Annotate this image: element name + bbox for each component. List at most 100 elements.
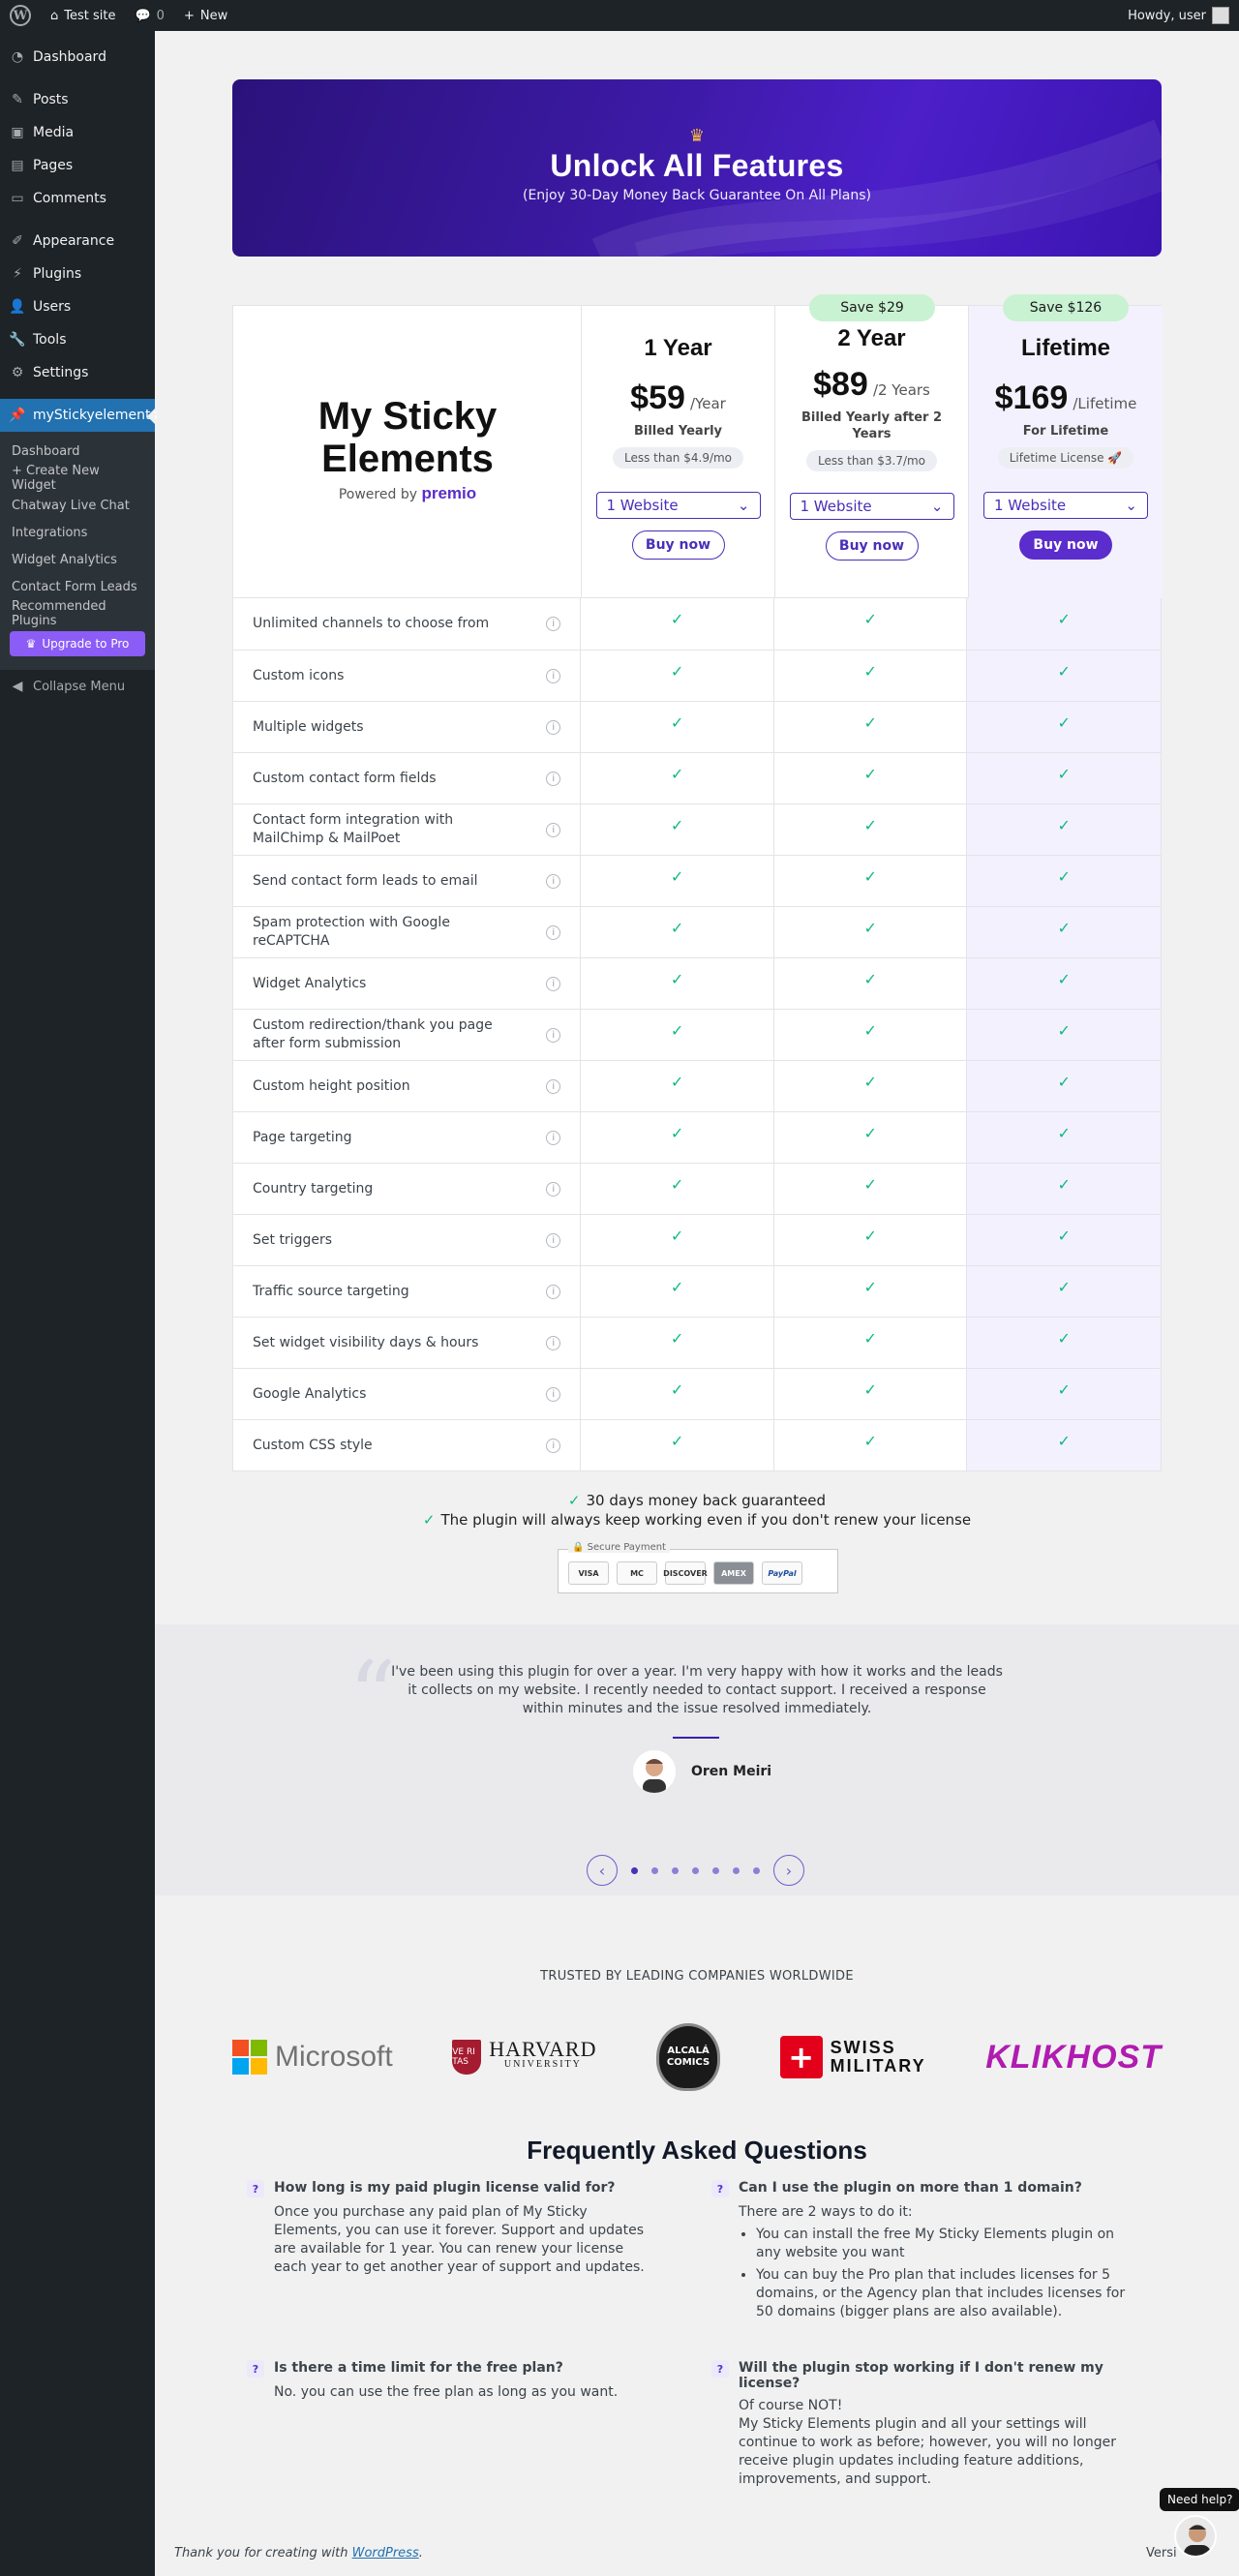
carousel-dot[interactable] [651, 1866, 658, 1874]
feature-label: Custom height position [253, 1077, 410, 1094]
websites-select[interactable]: 1 Website ⌄ [983, 492, 1148, 519]
info-icon[interactable]: i [546, 1386, 561, 1402]
person-icon [1184, 2525, 1211, 2556]
sidebar-item-posts[interactable]: ✎ Posts [0, 83, 155, 116]
info-icon[interactable]: i [546, 976, 561, 991]
info-icon[interactable]: i [546, 617, 561, 631]
websites-select[interactable]: 1 Website ⌄ [595, 492, 761, 519]
faq-item-renewal: ? Will the plugin stop working if I don't… [711, 2360, 1137, 2489]
carousel-dot[interactable] [712, 1866, 719, 1874]
submenu-item-create-widget[interactable]: + Create New Widget [0, 464, 155, 493]
feature-included-cell: ✓ [581, 856, 774, 906]
submenu-item-chatway[interactable]: Chatway Live Chat [0, 492, 155, 519]
websites-select[interactable]: 1 Website ⌄ [789, 493, 954, 520]
check-icon: ✓ [863, 1175, 877, 1194]
sidebar-item-label: Tools [33, 332, 67, 348]
user-account-menu[interactable]: Howdy, user [1118, 0, 1239, 31]
feature-included-cell: ✓ [774, 1318, 968, 1368]
need-help-bubble[interactable]: Need help? [1160, 2488, 1239, 2511]
media-icon: ▣ [11, 125, 24, 140]
check-icon: ✓ [863, 610, 877, 628]
swiss-line-1: SWISS [830, 2038, 896, 2057]
feature-included-cell: ✓ [967, 1369, 1161, 1419]
check-icon: ✓ [863, 816, 877, 834]
feature-included-cell: ✓ [774, 907, 968, 957]
info-icon[interactable]: i [546, 924, 561, 940]
buy-now-button[interactable]: Buy now [825, 531, 919, 561]
carousel-dot[interactable] [672, 1866, 679, 1874]
pin-icon: ✎ [12, 92, 23, 107]
submenu-item-contact-form-leads[interactable]: Contact Form Leads [0, 573, 155, 600]
new-content-link[interactable]: + New [174, 0, 237, 31]
submenu-item-recommended-plugins[interactable]: Recommended Plugins [0, 599, 155, 628]
klikhost-wordmark: KLIKHOST [985, 2038, 1162, 2076]
dashboard-icon: ◔ [11, 49, 24, 65]
save-badge: Save $29 [809, 294, 935, 321]
faq-answer: Once you purchase any paid plan of My St… [274, 2204, 645, 2275]
site-name-link[interactable]: ⌂ Test site [41, 0, 125, 31]
carousel-prev-button[interactable]: ‹ [587, 1855, 618, 1886]
plugin-icon: ⚡ [13, 266, 22, 282]
faq-item-multiple-domains: ? Can I use the plugin on more than 1 dom… [711, 2180, 1137, 2325]
info-icon[interactable]: i [546, 1232, 561, 1248]
check-icon: ✓ [670, 1432, 684, 1450]
sidebar-item-appearance[interactable]: ✐ Appearance [0, 225, 155, 258]
info-icon[interactable]: i [546, 1284, 561, 1299]
carousel-dot[interactable] [631, 1866, 638, 1874]
support-agent-avatar[interactable] [1174, 2515, 1217, 2558]
buy-now-button[interactable]: Buy now [1019, 530, 1112, 560]
collapse-menu-button[interactable]: ◀ Collapse Menu [0, 670, 155, 703]
sidebar-item-tools[interactable]: 🔧 Tools [0, 323, 155, 356]
info-icon[interactable]: i [546, 1438, 561, 1453]
harvard-logo: VE RI TAS HARVARD UNIVERSITY [452, 2039, 596, 2075]
carousel-next-button[interactable]: › [773, 1855, 804, 1886]
feature-included-cell: ✓ [774, 958, 968, 1009]
feature-cell: Page targeting i [233, 1112, 582, 1163]
faq-item-license-validity: ? How long is my paid plugin license vali… [247, 2180, 653, 2277]
check-icon: ✓ [670, 1380, 684, 1399]
faq-answer-list: You can install the free My Sticky Eleme… [711, 2226, 1137, 2321]
feature-cell: Send contact form leads to email i [233, 856, 582, 906]
plan-price: $89 [813, 366, 868, 403]
submenu-item-integrations[interactable]: Integrations [0, 519, 155, 546]
check-icon: ✓ [670, 610, 684, 628]
carousel-dot[interactable] [692, 1866, 699, 1874]
faq-title: Frequently Asked Questions [527, 2136, 867, 2165]
info-icon[interactable]: i [546, 1335, 561, 1350]
carousel-dot[interactable] [753, 1866, 760, 1874]
plan-billing: For Lifetime [1022, 424, 1109, 439]
info-icon[interactable]: i [546, 719, 561, 735]
info-icon[interactable]: i [546, 1027, 561, 1043]
check-icon: ✓ [670, 1278, 684, 1296]
submenu-item-widget-analytics[interactable]: Widget Analytics [0, 546, 155, 573]
sidebar-item-media[interactable]: ▣ Media [0, 116, 155, 149]
info-icon[interactable]: i [546, 1130, 561, 1145]
pin-icon: 📌 [9, 408, 26, 423]
comments-link[interactable]: 💬 0 [125, 0, 173, 31]
upgrade-to-pro-button[interactable]: ♛ Upgrade to Pro [10, 631, 145, 656]
user-avatar [1212, 7, 1229, 24]
info-icon[interactable]: i [546, 822, 561, 837]
buy-now-button[interactable]: Buy now [631, 530, 725, 560]
plan-lifetime-pill: Lifetime License 🚀 [997, 447, 1134, 469]
sidebar-item-users[interactable]: 👤 Users [0, 290, 155, 323]
wordpress-link[interactable]: WordPress [352, 2546, 419, 2561]
info-icon[interactable]: i [546, 668, 561, 683]
check-icon: ✓ [1057, 610, 1071, 628]
submenu-item-dashboard[interactable]: Dashboard [0, 438, 155, 465]
sidebar-item-settings[interactable]: ⚙ Settings [0, 356, 155, 389]
sidebar-item-pages[interactable]: ▤ Pages [0, 149, 155, 182]
sidebar-item-plugins[interactable]: ⚡ Plugins [0, 258, 155, 290]
info-icon[interactable]: i [546, 873, 561, 889]
info-icon[interactable]: i [546, 1181, 561, 1197]
carousel-dot[interactable] [733, 1866, 740, 1874]
wordpress-logo-button[interactable]: W [0, 0, 41, 31]
info-icon[interactable]: i [546, 1078, 561, 1094]
sidebar-item-mystickyelements[interactable]: 📌 myStickyelements [0, 399, 158, 432]
check-icon: ✓ [863, 1278, 877, 1296]
sidebar-item-dashboard[interactable]: ◔ Dashboard [0, 41, 155, 74]
info-icon[interactable]: i [546, 771, 561, 786]
check-icon: ✓ [1057, 765, 1071, 783]
plan-name: 2 Year [837, 325, 906, 351]
sidebar-item-comments[interactable]: ▭ Comments [0, 182, 155, 215]
